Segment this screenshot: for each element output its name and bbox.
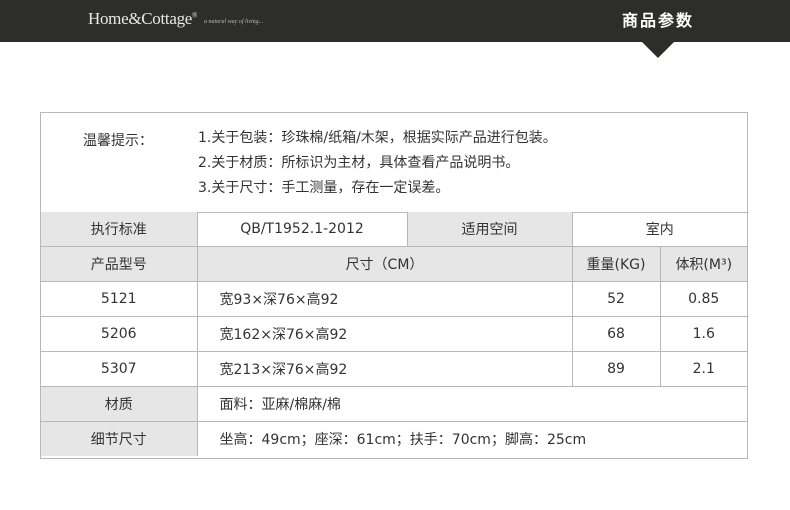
volume-cell: 2.1 xyxy=(659,351,747,387)
notice-lines: 1.关于包装：珍珠棉/纸箱/木架，根据实际产品进行包装。 2.关于材质：所标识为… xyxy=(198,130,557,205)
brand-tagline: a natural way of living... xyxy=(204,19,264,25)
table-row: 5121 宽93×深76×高92 52 0.85 xyxy=(41,281,747,317)
space-value: 室内 xyxy=(571,212,747,247)
volume-cell: 0.85 xyxy=(659,281,747,317)
standard-value: QB/T1952.1-2012 xyxy=(196,212,408,247)
spec-table: 执行标准 QB/T1952.1-2012 适用空间 室内 产品型号 尺寸（CM）… xyxy=(41,212,747,456)
model-cell: 5307 xyxy=(41,351,198,387)
weight-header: 重量(KG) xyxy=(571,246,661,282)
header-bar: Home&Cottage® a natural way of living...… xyxy=(0,0,790,42)
spec-panel: 温馨提示： 1.关于包装：珍珠棉/纸箱/木架，根据实际产品进行包装。 2.关于材… xyxy=(40,112,748,459)
weight-cell: 52 xyxy=(571,281,661,317)
weight-cell: 89 xyxy=(571,351,661,387)
detail-label: 细节尺寸 xyxy=(41,421,198,456)
space-label: 适用空间 xyxy=(406,212,573,247)
model-header: 产品型号 xyxy=(41,246,198,282)
standard-row: 执行标准 QB/T1952.1-2012 适用空间 室内 xyxy=(41,212,747,247)
standard-label: 执行标准 xyxy=(41,212,198,247)
section-title: 商品参数 xyxy=(621,11,694,30)
material-value: 面料：亚麻/棉麻/棉 xyxy=(196,386,747,422)
notice-line-size: 3.关于尺寸：手工测量，存在一定误差。 xyxy=(198,180,450,196)
weight-cell: 68 xyxy=(571,316,661,352)
model-cell: 5121 xyxy=(41,281,198,317)
table-row: 5206 宽162×深76×高92 68 1.6 xyxy=(41,316,747,352)
notice-box: 温馨提示： 1.关于包装：珍珠棉/纸箱/木架，根据实际产品进行包装。 2.关于材… xyxy=(41,113,747,213)
notice-line-packaging: 1.关于包装：珍珠棉/纸箱/木架，根据实际产品进行包装。 xyxy=(198,130,557,146)
registered-mark: ® xyxy=(192,11,198,20)
model-cell: 5206 xyxy=(41,316,198,352)
size-cell: 宽162×深76×高92 xyxy=(196,316,573,352)
size-cell: 宽213×深76×高92 xyxy=(196,351,573,387)
material-row: 材质 面料：亚麻/棉麻/棉 xyxy=(41,386,747,422)
brand-name: Home&Cottage xyxy=(88,9,193,28)
volume-header: 体积(M³) xyxy=(659,246,747,282)
header-row: 产品型号 尺寸（CM） 重量(KG) 体积(M³) xyxy=(41,246,747,282)
detail-row: 细节尺寸 坐高：49cm；座深：61cm；扶手：70cm；脚高：25cm xyxy=(41,421,747,456)
title-arrow-icon xyxy=(642,42,674,58)
table-row: 5307 宽213×深76×高92 89 2.1 xyxy=(41,351,747,387)
detail-value: 坐高：49cm；座深：61cm；扶手：70cm；脚高：25cm xyxy=(196,421,747,456)
size-cell: 宽93×深76×高92 xyxy=(196,281,573,317)
notice-label: 温馨提示： xyxy=(83,133,153,149)
material-label: 材质 xyxy=(41,386,198,422)
volume-cell: 1.6 xyxy=(659,316,747,352)
size-header: 尺寸（CM） xyxy=(196,246,573,282)
notice-line-material: 2.关于材质：所标识为主材，具体查看产品说明书。 xyxy=(198,155,520,171)
brand-logo: Home&Cottage® xyxy=(88,9,197,29)
